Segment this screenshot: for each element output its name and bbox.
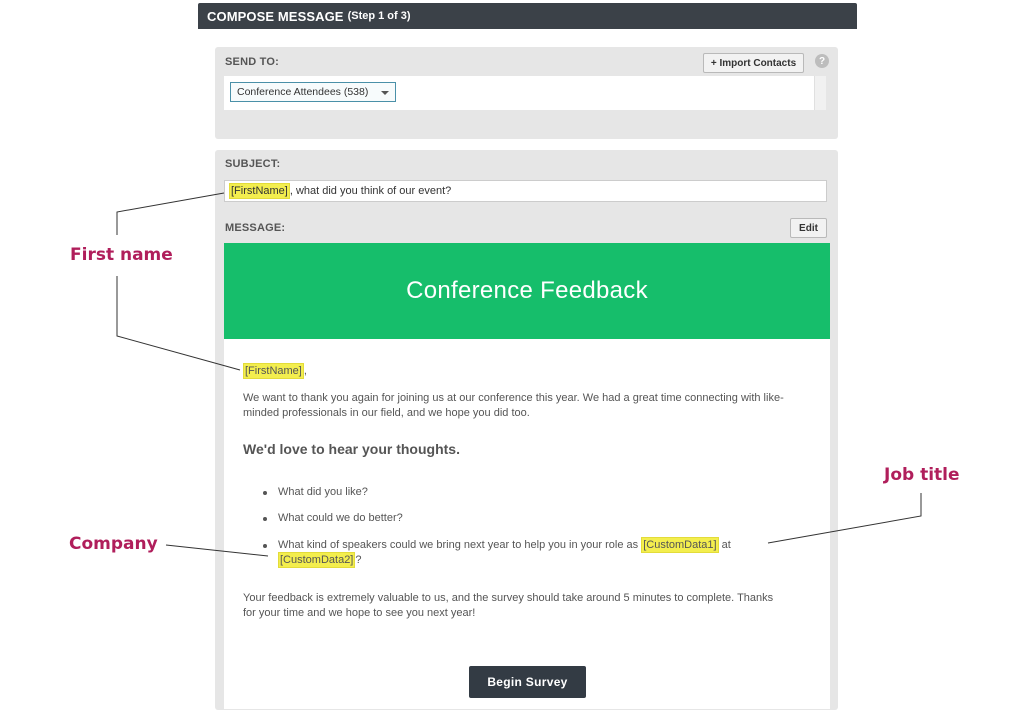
first-name-subject-callout [116, 192, 225, 235]
job-title-callout [767, 493, 922, 544]
annotation-company: Company [69, 534, 158, 554]
annotation-first-name: First name [70, 245, 173, 265]
company-callout [165, 544, 269, 557]
annotation-job-title: Job title [884, 465, 960, 485]
first-name-greeting-callout [116, 276, 241, 371]
annotation-lines [116, 192, 922, 557]
